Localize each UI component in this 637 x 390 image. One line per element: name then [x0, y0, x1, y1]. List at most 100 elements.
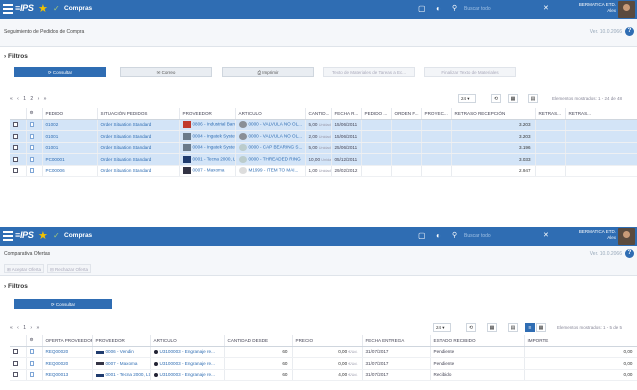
row-checkbox[interactable] — [10, 119, 27, 131]
supplier-name[interactable]: 0007 - Maxoma — [193, 168, 225, 173]
column-header[interactable]: PROYEC... — [421, 108, 452, 120]
row-checkbox[interactable] — [10, 346, 27, 358]
settings-icon[interactable]: ⚙ — [30, 337, 34, 342]
user-info[interactable]: BERMATICA ETD. Alex — [564, 2, 616, 14]
help-icon[interactable]: ? — [625, 27, 634, 36]
supplier-name[interactable]: 0806 - Industrial Barca... — [193, 122, 235, 127]
columns-icon[interactable]: ▤ — [508, 323, 518, 332]
columns-icon[interactable]: ▤ — [528, 94, 538, 103]
document-icon[interactable] — [29, 145, 34, 151]
list-view-icon[interactable]: ≡ — [525, 323, 535, 332]
cell-pedido[interactable]: 01002 — [42, 119, 98, 131]
article-name[interactable]: U3100003 - Engranaje re... — [160, 349, 215, 354]
document-icon[interactable] — [29, 372, 34, 378]
cell-articulo[interactable]: M1999 - ITEM TO MAI... — [235, 165, 306, 177]
cell-pedido[interactable]: PC00001 — [42, 153, 98, 166]
finalizar-texto-button[interactable]: Finalizar Texto de Materiales — [424, 67, 516, 77]
column-header[interactable]: ⚙ — [26, 335, 43, 347]
column-header[interactable]: PEDIDO — [42, 108, 98, 120]
row-doc-icon[interactable] — [26, 119, 43, 131]
cell-proveedor[interactable]: 0806 - Industrial Barca... — [179, 119, 236, 131]
row-checkbox[interactable] — [10, 369, 27, 381]
row-checkbox[interactable] — [10, 142, 27, 154]
correo-button[interactable]: ✉ Correo — [120, 67, 212, 77]
column-header[interactable]: PROVEEDOR — [92, 335, 151, 347]
checkbox[interactable] — [13, 133, 18, 139]
avatar[interactable] — [618, 1, 635, 18]
supplier-name[interactable]: 0007 - Maxoma — [106, 361, 138, 366]
notifications-icon[interactable]: ◐ — [436, 4, 441, 13]
export-icon[interactable]: ▦ — [487, 323, 497, 332]
menu-icon[interactable] — [3, 231, 13, 241]
cell-proveedor[interactable]: 0001 - Tecna 2000, Ltd. — [179, 153, 236, 166]
cell-pedido[interactable]: 01001 — [42, 142, 98, 154]
table-row[interactable]: REQ00020 0006 - Vendin U3100003 - Engranaj… — [10, 346, 637, 358]
user-info[interactable]: BERMATICA ETD. Alex — [564, 229, 616, 241]
checkbox[interactable] — [13, 372, 18, 378]
supplier-name[interactable]: 0004 - Ingatek Systems... — [193, 133, 235, 138]
refresh-icon[interactable]: ⟲ — [491, 94, 501, 103]
row-checkbox[interactable] — [10, 153, 27, 166]
cell-articulo[interactable]: U3100003 - Engranaje re... — [150, 357, 225, 370]
supplier-name[interactable]: 0004 - Ingatek Systems... — [193, 145, 235, 150]
row-checkbox[interactable] — [10, 165, 27, 177]
texto-materiales-tareas-button[interactable]: Texto de Materiales de Tareas a Ec... — [323, 67, 415, 77]
chat-icon[interactable]: ▢ — [418, 231, 426, 240]
menu-icon[interactable] — [3, 4, 13, 14]
document-icon[interactable] — [29, 349, 34, 355]
filters-toggle[interactable]: › Filtros — [4, 283, 28, 290]
cell-proveedor[interactable]: 0004 - Ingatek Systems... — [179, 130, 236, 143]
row-doc-icon[interactable] — [26, 142, 43, 154]
consultar-button[interactable]: ⟳ Consultar — [14, 67, 106, 77]
close-search-icon[interactable]: ✕ — [543, 231, 549, 239]
column-header[interactable]: ESTADO RECIBIDO — [430, 335, 525, 347]
table-row[interactable]: REQ00020 0007 - Maxoma U3100003 - Engranaj… — [10, 357, 637, 370]
cell-proveedor[interactable]: 0007 - Maxoma — [179, 165, 236, 177]
document-icon[interactable] — [29, 360, 34, 366]
column-header[interactable]: CANTIDAD DESDE — [224, 335, 293, 347]
article-name[interactable]: 0000 - VALVULA NO OL... — [249, 122, 302, 127]
column-header[interactable] — [10, 335, 27, 347]
consultar-button[interactable]: ⟳ Consultar — [14, 299, 112, 309]
cell-oferta[interactable]: REQ00013 — [42, 369, 93, 381]
rechazar-oferta-button[interactable]: ⊟ Rechazar Oferta — [47, 264, 91, 273]
column-header[interactable]: IMPORTE — [524, 335, 637, 347]
table-row[interactable]: REQ00013 0001 - Tecna 2000, Ltd. U3100003 … — [10, 369, 637, 381]
cell-oferta[interactable]: REQ00020 — [42, 357, 93, 370]
cell-articulo[interactable]: 0000 - THREADED RING — [235, 153, 306, 166]
column-header[interactable]: RETRASO RECEPCIÓN — [451, 108, 536, 120]
checkbox[interactable] — [13, 156, 18, 162]
row-doc-icon[interactable] — [26, 165, 43, 177]
checkbox[interactable] — [13, 168, 18, 174]
cell-articulo[interactable]: 0000 - VALVULA NO OL... — [235, 119, 306, 131]
export-icon[interactable]: ▦ — [508, 94, 518, 103]
document-icon[interactable] — [29, 133, 34, 139]
checkbox[interactable] — [13, 349, 18, 355]
supplier-name[interactable]: 0001 - Tecna 2000, Ltd. — [193, 156, 235, 161]
article-name[interactable]: U3100003 - Engranaje re... — [160, 361, 215, 366]
close-search-icon[interactable]: ✕ — [543, 4, 549, 12]
per-page-select[interactable]: 24 ▾ — [433, 323, 451, 332]
settings-icon[interactable]: ⚙ — [30, 110, 34, 115]
row-checkbox[interactable] — [10, 357, 27, 370]
row-checkbox[interactable] — [10, 130, 27, 143]
grid-view-icon[interactable]: ▦ — [536, 323, 546, 332]
document-icon[interactable] — [29, 122, 34, 128]
refresh-icon[interactable]: ⟲ — [466, 323, 476, 332]
per-page-select[interactable]: 24 ▾ — [458, 94, 476, 103]
table-row[interactable]: PC00006 Order Situation Standard 0007 - Ma… — [10, 165, 637, 177]
cell-articulo[interactable]: 0000 - VALVULA NO OL... — [235, 130, 306, 143]
pagination[interactable]: « ‹ 1 2 › » — [10, 96, 48, 102]
cell-articulo[interactable]: U3100003 - Engranaje re... — [150, 346, 225, 358]
column-header[interactable]: CANTID... — [305, 108, 332, 120]
row-doc-icon[interactable] — [26, 130, 43, 143]
cell-articulo[interactable]: 0000 - CAP BEARING S... — [235, 142, 306, 154]
table-row[interactable]: PC00001 Order Situation Standard 0001 - Te… — [10, 153, 637, 166]
row-doc-icon[interactable] — [26, 369, 43, 381]
pagination[interactable]: « ‹ 1 › » — [10, 325, 41, 331]
chat-icon[interactable]: ▢ — [418, 4, 426, 13]
document-icon[interactable] — [29, 168, 34, 174]
article-name[interactable]: 0000 - THREADED RING — [249, 156, 301, 161]
column-header[interactable]: FECHA R... — [331, 108, 362, 120]
filters-toggle[interactable]: › Filtros — [4, 53, 28, 60]
